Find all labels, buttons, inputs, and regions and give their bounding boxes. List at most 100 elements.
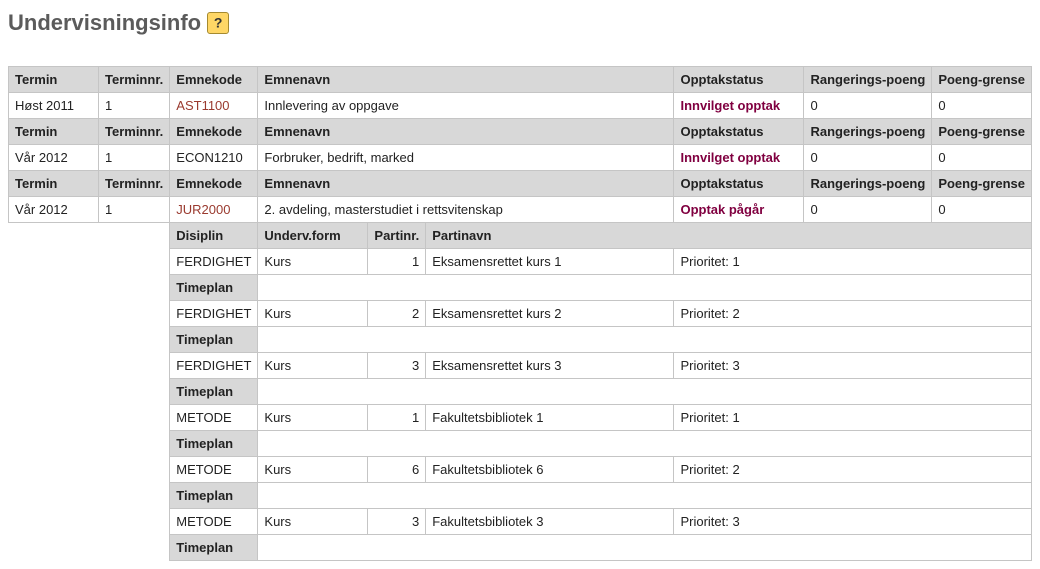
timeplan-header[interactable]: Timeplan [170, 431, 258, 457]
col-disiplin: Disiplin [170, 223, 258, 249]
cell-grense: 0 [932, 197, 1032, 223]
prioritet-value: 2 [732, 462, 739, 477]
indent-area [9, 223, 170, 561]
table-row: Vår 2012 1 JUR2000 2. avdeling, masterst… [9, 197, 1032, 223]
cell-prioritet: Prioritet: 1 [674, 249, 1032, 275]
page-title-text: Undervisningsinfo [8, 10, 201, 36]
prioritet-value: 2 [732, 306, 739, 321]
cell-disiplin: METODE [170, 457, 258, 483]
col-emnenavn: Emnenavn [258, 171, 674, 197]
cell-form: Kurs [258, 353, 368, 379]
cell-nr: 1 [368, 249, 426, 275]
header-row: Termin Terminnr. Emnekode Emnenavn Oppta… [9, 67, 1032, 93]
timeplan-header[interactable]: Timeplan [170, 483, 258, 509]
col-poenggrense: Poeng-grense [932, 171, 1032, 197]
col-partinr: Partinr. [368, 223, 426, 249]
cell-disiplin: FERDIGHET [170, 249, 258, 275]
cell-disiplin: FERDIGHET [170, 353, 258, 379]
cell-nr: 3 [368, 353, 426, 379]
cell-poeng: 0 [804, 197, 932, 223]
prioritet-label: Prioritet: [680, 254, 732, 269]
cell-prioritet: Prioritet: 2 [674, 457, 1032, 483]
prioritet-value: 3 [732, 514, 739, 529]
cell-nr: 6 [368, 457, 426, 483]
cell-termin: Høst 2011 [9, 93, 99, 119]
col-status: Opptakstatus [674, 67, 804, 93]
prioritet-value: 1 [732, 254, 739, 269]
cell-termin: Vår 2012 [9, 145, 99, 171]
cell-navn: Eksamensrettet kurs 1 [426, 249, 674, 275]
cell-emnekode[interactable]: ECON1210 [170, 145, 258, 171]
col-status: Opptakstatus [674, 119, 804, 145]
cell-prioritet: Prioritet: 3 [674, 353, 1032, 379]
timeplan-header[interactable]: Timeplan [170, 275, 258, 301]
cell-termin: Vår 2012 [9, 197, 99, 223]
cell-navn: Fakultetsbibliotek 6 [426, 457, 674, 483]
cell-disiplin: METODE [170, 509, 258, 535]
col-rangpoeng: Rangerings-poeng [804, 119, 932, 145]
cell-prioritet: Prioritet: 3 [674, 509, 1032, 535]
cell-disiplin: FERDIGHET [170, 301, 258, 327]
col-terminnr: Terminnr. [99, 171, 170, 197]
col-termin: Termin [9, 119, 99, 145]
prioritet-label: Prioritet: [680, 514, 732, 529]
prioritet-label: Prioritet: [680, 410, 732, 425]
cell-emnekode[interactable]: JUR2000 [170, 197, 258, 223]
cell-nr: 2 [368, 301, 426, 327]
cell-terminnr: 1 [99, 197, 170, 223]
cell-navn: Eksamensrettet kurs 3 [426, 353, 674, 379]
col-termin: Termin [9, 67, 99, 93]
col-rangpoeng: Rangerings-poeng [804, 67, 932, 93]
col-emnenavn: Emnenavn [258, 67, 674, 93]
col-terminnr: Terminnr. [99, 67, 170, 93]
timeplan-header[interactable]: Timeplan [170, 327, 258, 353]
table-row: Høst 2011 1 AST1100 Innlevering av oppga… [9, 93, 1032, 119]
page-title: Undervisningsinfo [8, 10, 1032, 36]
prioritet-label: Prioritet: [680, 358, 732, 373]
cell-emnekode[interactable]: AST1100 [170, 93, 258, 119]
col-emnekode: Emnekode [170, 119, 258, 145]
cell-nr: 3 [368, 509, 426, 535]
prioritet-value: 1 [732, 410, 739, 425]
cell-prioritet: Prioritet: 2 [674, 301, 1032, 327]
prioritet-label: Prioritet: [680, 462, 732, 477]
cell-emnenavn: 2. avdeling, masterstudiet i rettsvitens… [258, 197, 674, 223]
timeplan-empty [258, 431, 1032, 457]
cell-emnenavn: Forbruker, bedrift, marked [258, 145, 674, 171]
teaching-info-table: Termin Terminnr. Emnekode Emnenavn Oppta… [8, 66, 1032, 561]
cell-emnenavn: Innlevering av oppgave [258, 93, 674, 119]
col-poenggrense: Poeng-grense [932, 67, 1032, 93]
col-undervform: Underv.form [258, 223, 368, 249]
cell-terminnr: 1 [99, 145, 170, 171]
col-partinavn: Partinavn [426, 223, 1032, 249]
table-row: Vår 2012 1 ECON1210 Forbruker, bedrift, … [9, 145, 1032, 171]
timeplan-header[interactable]: Timeplan [170, 535, 258, 561]
cell-navn: Fakultetsbibliotek 3 [426, 509, 674, 535]
cell-grense: 0 [932, 93, 1032, 119]
header-row: Termin Terminnr. Emnekode Emnenavn Oppta… [9, 119, 1032, 145]
col-terminnr: Terminnr. [99, 119, 170, 145]
cell-navn: Eksamensrettet kurs 2 [426, 301, 674, 327]
cell-nr: 1 [368, 405, 426, 431]
col-termin: Termin [9, 171, 99, 197]
cell-terminnr: 1 [99, 93, 170, 119]
cell-poeng: 0 [804, 145, 932, 171]
help-icon[interactable] [207, 12, 229, 34]
col-emnekode: Emnekode [170, 171, 258, 197]
cell-status: Innvilget opptak [674, 93, 804, 119]
header-row: Termin Terminnr. Emnekode Emnenavn Oppta… [9, 171, 1032, 197]
cell-form: Kurs [258, 457, 368, 483]
cell-disiplin: METODE [170, 405, 258, 431]
col-emnenavn: Emnenavn [258, 119, 674, 145]
col-poenggrense: Poeng-grense [932, 119, 1032, 145]
cell-form: Kurs [258, 405, 368, 431]
sub-header-row: Disiplin Underv.form Partinr. Partinavn [9, 223, 1032, 249]
col-status: Opptakstatus [674, 171, 804, 197]
timeplan-empty [258, 535, 1032, 561]
cell-navn: Fakultetsbibliotek 1 [426, 405, 674, 431]
timeplan-empty [258, 379, 1032, 405]
cell-status: Opptak pågår [674, 197, 804, 223]
timeplan-header[interactable]: Timeplan [170, 379, 258, 405]
cell-form: Kurs [258, 249, 368, 275]
timeplan-empty [258, 275, 1032, 301]
